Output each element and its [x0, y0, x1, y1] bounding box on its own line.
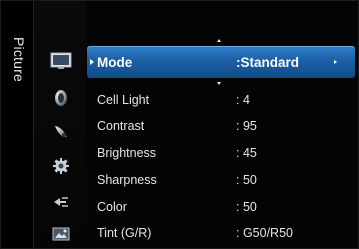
menu-item-sharpness[interactable]: Sharpness	[97, 173, 157, 187]
menu-item-tint-value: : G50/R50	[236, 226, 293, 240]
mode-label: Mode	[97, 55, 133, 70]
osd-menu-panel: Picture Mode:Standard Cell Light: 4 Co…	[0, 0, 359, 249]
menu-item-contrast-value: : 95	[236, 119, 257, 133]
setup-icon[interactable]	[52, 157, 70, 175]
picture-icon[interactable]	[50, 52, 72, 70]
sound-icon[interactable]	[52, 89, 70, 107]
scroll-up-arrow-icon	[217, 39, 221, 42]
category-label: Picture	[1, 1, 33, 248]
menu-item-brightness-value: : 45	[236, 146, 257, 160]
application-icon[interactable]	[52, 226, 70, 242]
selected-row-right-arrow-icon[interactable]	[334, 60, 337, 64]
screen: Picture Mode:Standard Cell Light: 4 Co…	[0, 0, 359, 249]
channel-icon[interactable]	[52, 123, 70, 141]
mode-value[interactable]: :Standard	[236, 55, 299, 70]
menu-item-cell-light[interactable]: Cell Light	[97, 93, 149, 107]
menu-item-brightness[interactable]: Brightness	[97, 146, 156, 160]
selected-row-left-arrow-icon	[90, 59, 94, 65]
menu-item-contrast[interactable]: Contrast	[97, 119, 144, 133]
input-icon[interactable]	[52, 193, 70, 211]
menu-item-sharpness-value: : 50	[236, 173, 257, 187]
category-label-text: Picture	[11, 37, 27, 82]
menu-item-color[interactable]: Color	[97, 200, 127, 214]
menu-item-tint[interactable]: Tint (G/R)	[97, 226, 151, 240]
menu-item-cell-light-value: : 4	[236, 93, 250, 107]
menu-item-color-value: : 50	[236, 200, 257, 214]
scroll-down-arrow-icon	[217, 82, 221, 85]
